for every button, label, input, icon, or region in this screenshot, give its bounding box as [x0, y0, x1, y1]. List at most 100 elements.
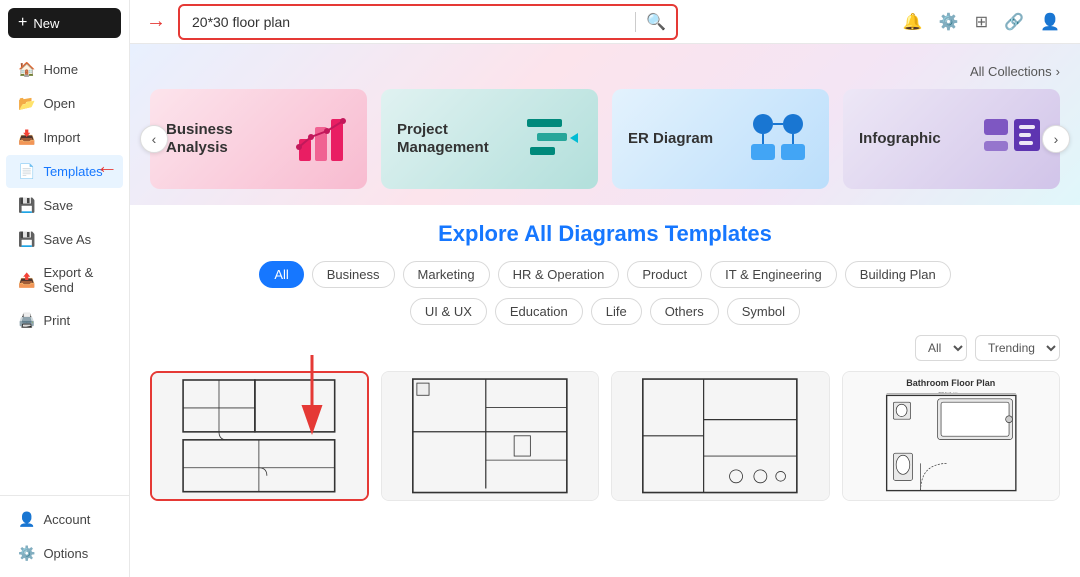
chevron-right-icon: › — [1056, 64, 1060, 79]
sidebar-item-open-label: Open — [43, 96, 75, 111]
open-icon: 📂 — [18, 95, 35, 112]
sidebar-item-print-label: Print — [43, 313, 70, 328]
save-as-icon: 💾 — [18, 231, 35, 248]
hero-section: All Collections › ‹ Business Analysis — [130, 44, 1080, 205]
explore-title: Explore All Diagrams Templates — [150, 221, 1060, 247]
save-icon: 💾 — [18, 197, 35, 214]
filter-others[interactable]: Others — [650, 298, 719, 325]
sidebar-item-options-label: Options — [43, 546, 88, 561]
sidebar: + New 🏠 Home 📂 Open 📥 Import 📄 Templates… — [0, 0, 130, 577]
card-pm-icon-area — [522, 109, 582, 169]
filter-education[interactable]: Education — [495, 298, 583, 325]
card-ba-title: Business Analysis — [166, 121, 291, 157]
tpl-card-img-bathroom: Bathroom Floor Plan 120.0 in — [843, 372, 1060, 500]
search-button[interactable]: 🔍 — [636, 6, 676, 38]
filter-life[interactable]: Life — [591, 298, 642, 325]
search-container: → 🔍 — [146, 4, 846, 40]
bathroom-card-title: Bathroom Floor Plan — [906, 378, 995, 388]
sidebar-bottom: 👤 Account ⚙️ Options — [0, 495, 129, 577]
main-content: → 🔍 🔔 ⚙️ ⊞ 🔗 👤 All Collections › ‹ — [130, 0, 1080, 577]
user-icon[interactable]: 👤 — [1036, 8, 1064, 36]
grid-icon[interactable]: ⊞ — [971, 8, 992, 36]
sidebar-item-export-label: Export & Send — [43, 265, 111, 295]
template-card-fp1[interactable] — [150, 371, 369, 501]
floor-plan-3-preview — [617, 375, 823, 497]
link-icon[interactable]: 🔗 — [1000, 8, 1028, 36]
category-select[interactable]: All — [915, 335, 967, 361]
filter-symbol[interactable]: Symbol — [727, 298, 800, 325]
sidebar-item-print[interactable]: 🖨️ Print — [6, 304, 123, 337]
sidebar-item-export[interactable]: 📤 Export & Send — [6, 257, 123, 303]
new-button-label: New — [33, 16, 59, 31]
card-pm-title: Project Management — [397, 121, 522, 157]
sidebar-item-options[interactable]: ⚙️ Options — [6, 537, 123, 570]
card-er-icon-area — [743, 109, 813, 169]
sidebar-item-save-label: Save — [43, 198, 73, 213]
sidebar-item-home[interactable]: 🏠 Home — [6, 53, 123, 86]
template-card-fp2[interactable] — [381, 371, 600, 501]
svg-text:120.0 in: 120.0 in — [938, 392, 957, 395]
sidebar-item-account-label: Account — [43, 512, 90, 527]
filter-product[interactable]: Product — [627, 261, 702, 288]
template-card-fp3[interactable] — [611, 371, 830, 501]
filter-all[interactable]: All — [259, 261, 303, 288]
options-icon: ⚙️ — [18, 545, 35, 562]
filter-marketing[interactable]: Marketing — [403, 261, 490, 288]
notification-icon[interactable]: 🔔 — [899, 8, 927, 36]
template-card-infographic[interactable]: Infographic — [843, 89, 1060, 189]
template-card-business-analysis[interactable]: Business Analysis — [150, 89, 367, 189]
filter-business[interactable]: Business — [312, 261, 395, 288]
templates-icon: 📄 — [18, 163, 35, 180]
export-icon: 📤 — [18, 272, 35, 289]
tpl-card-img-fp2 — [382, 372, 599, 500]
template-card-bathroom[interactable]: Bathroom Floor Plan 120.0 in — [842, 371, 1061, 501]
carousel-next-button[interactable]: › — [1042, 125, 1070, 153]
tpl-card-img-fp1 — [152, 373, 367, 499]
sidebar-item-home-label: Home — [43, 62, 78, 77]
sidebar-item-templates-label: Templates — [43, 164, 102, 179]
er-diagram-icon — [743, 109, 813, 169]
topbar-icons: 🔔 ⚙️ ⊞ 🔗 👤 — [899, 8, 1064, 36]
template-card-project-management[interactable]: Project Management — [381, 89, 598, 189]
explore-section: Explore All Diagrams Templates All Busin… — [130, 205, 1080, 577]
print-icon: 🖨️ — [18, 312, 35, 329]
bar-chart-icon — [291, 109, 351, 169]
search-box: 🔍 — [178, 4, 678, 40]
filter-tags-row1: All Business Marketing HR & Operation Pr… — [150, 261, 1060, 288]
all-collections-label: All Collections — [970, 64, 1052, 79]
sidebar-item-save-as[interactable]: 💾 Save As — [6, 223, 123, 256]
all-collections-link[interactable]: All Collections › — [150, 64, 1060, 79]
card-info-icon-area — [979, 109, 1044, 169]
sidebar-item-open[interactable]: 📂 Open — [6, 87, 123, 120]
filter-ui[interactable]: UI & UX — [410, 298, 487, 325]
sidebar-item-import[interactable]: 📥 Import — [6, 121, 123, 154]
search-input[interactable] — [180, 8, 635, 36]
carousel-prev-button[interactable]: ‹ — [140, 125, 168, 153]
template-carousel: ‹ Business Analysis — [150, 89, 1060, 189]
topbar: → 🔍 🔔 ⚙️ ⊞ 🔗 👤 — [130, 0, 1080, 44]
template-grid: Bathroom Floor Plan 120.0 in — [150, 371, 1060, 501]
tpl-card-img-fp3 — [612, 372, 829, 500]
home-icon: 🏠 — [18, 61, 35, 78]
filter-building[interactable]: Building Plan — [845, 261, 951, 288]
filter-hr[interactable]: HR & Operation — [498, 261, 620, 288]
card-ba-icon-area — [291, 109, 351, 169]
new-button[interactable]: + New — [8, 8, 121, 38]
sort-row: All Trending Newest Popular — [150, 335, 1060, 361]
sidebar-item-templates[interactable]: 📄 Templates — [6, 155, 123, 188]
sidebar-item-save-as-label: Save As — [43, 232, 91, 247]
sidebar-item-account[interactable]: 👤 Account — [6, 503, 123, 536]
template-card-er-diagram[interactable]: ER Diagram — [612, 89, 829, 189]
settings-icon[interactable]: ⚙️ — [935, 8, 963, 36]
filter-it[interactable]: IT & Engineering — [710, 261, 837, 288]
card-info-title: Infographic — [859, 130, 941, 148]
import-icon: 📥 — [18, 129, 35, 146]
floor-plan-1-preview — [157, 376, 361, 496]
gantt-icon — [522, 109, 582, 169]
sidebar-item-import-label: Import — [43, 130, 80, 145]
account-icon: 👤 — [18, 511, 35, 528]
infographic-icon — [979, 109, 1044, 169]
sidebar-item-save[interactable]: 💾 Save — [6, 189, 123, 222]
filter-tags-row2: UI & UX Education Life Others Symbol — [150, 298, 1060, 325]
trending-select[interactable]: Trending Newest Popular — [975, 335, 1060, 361]
